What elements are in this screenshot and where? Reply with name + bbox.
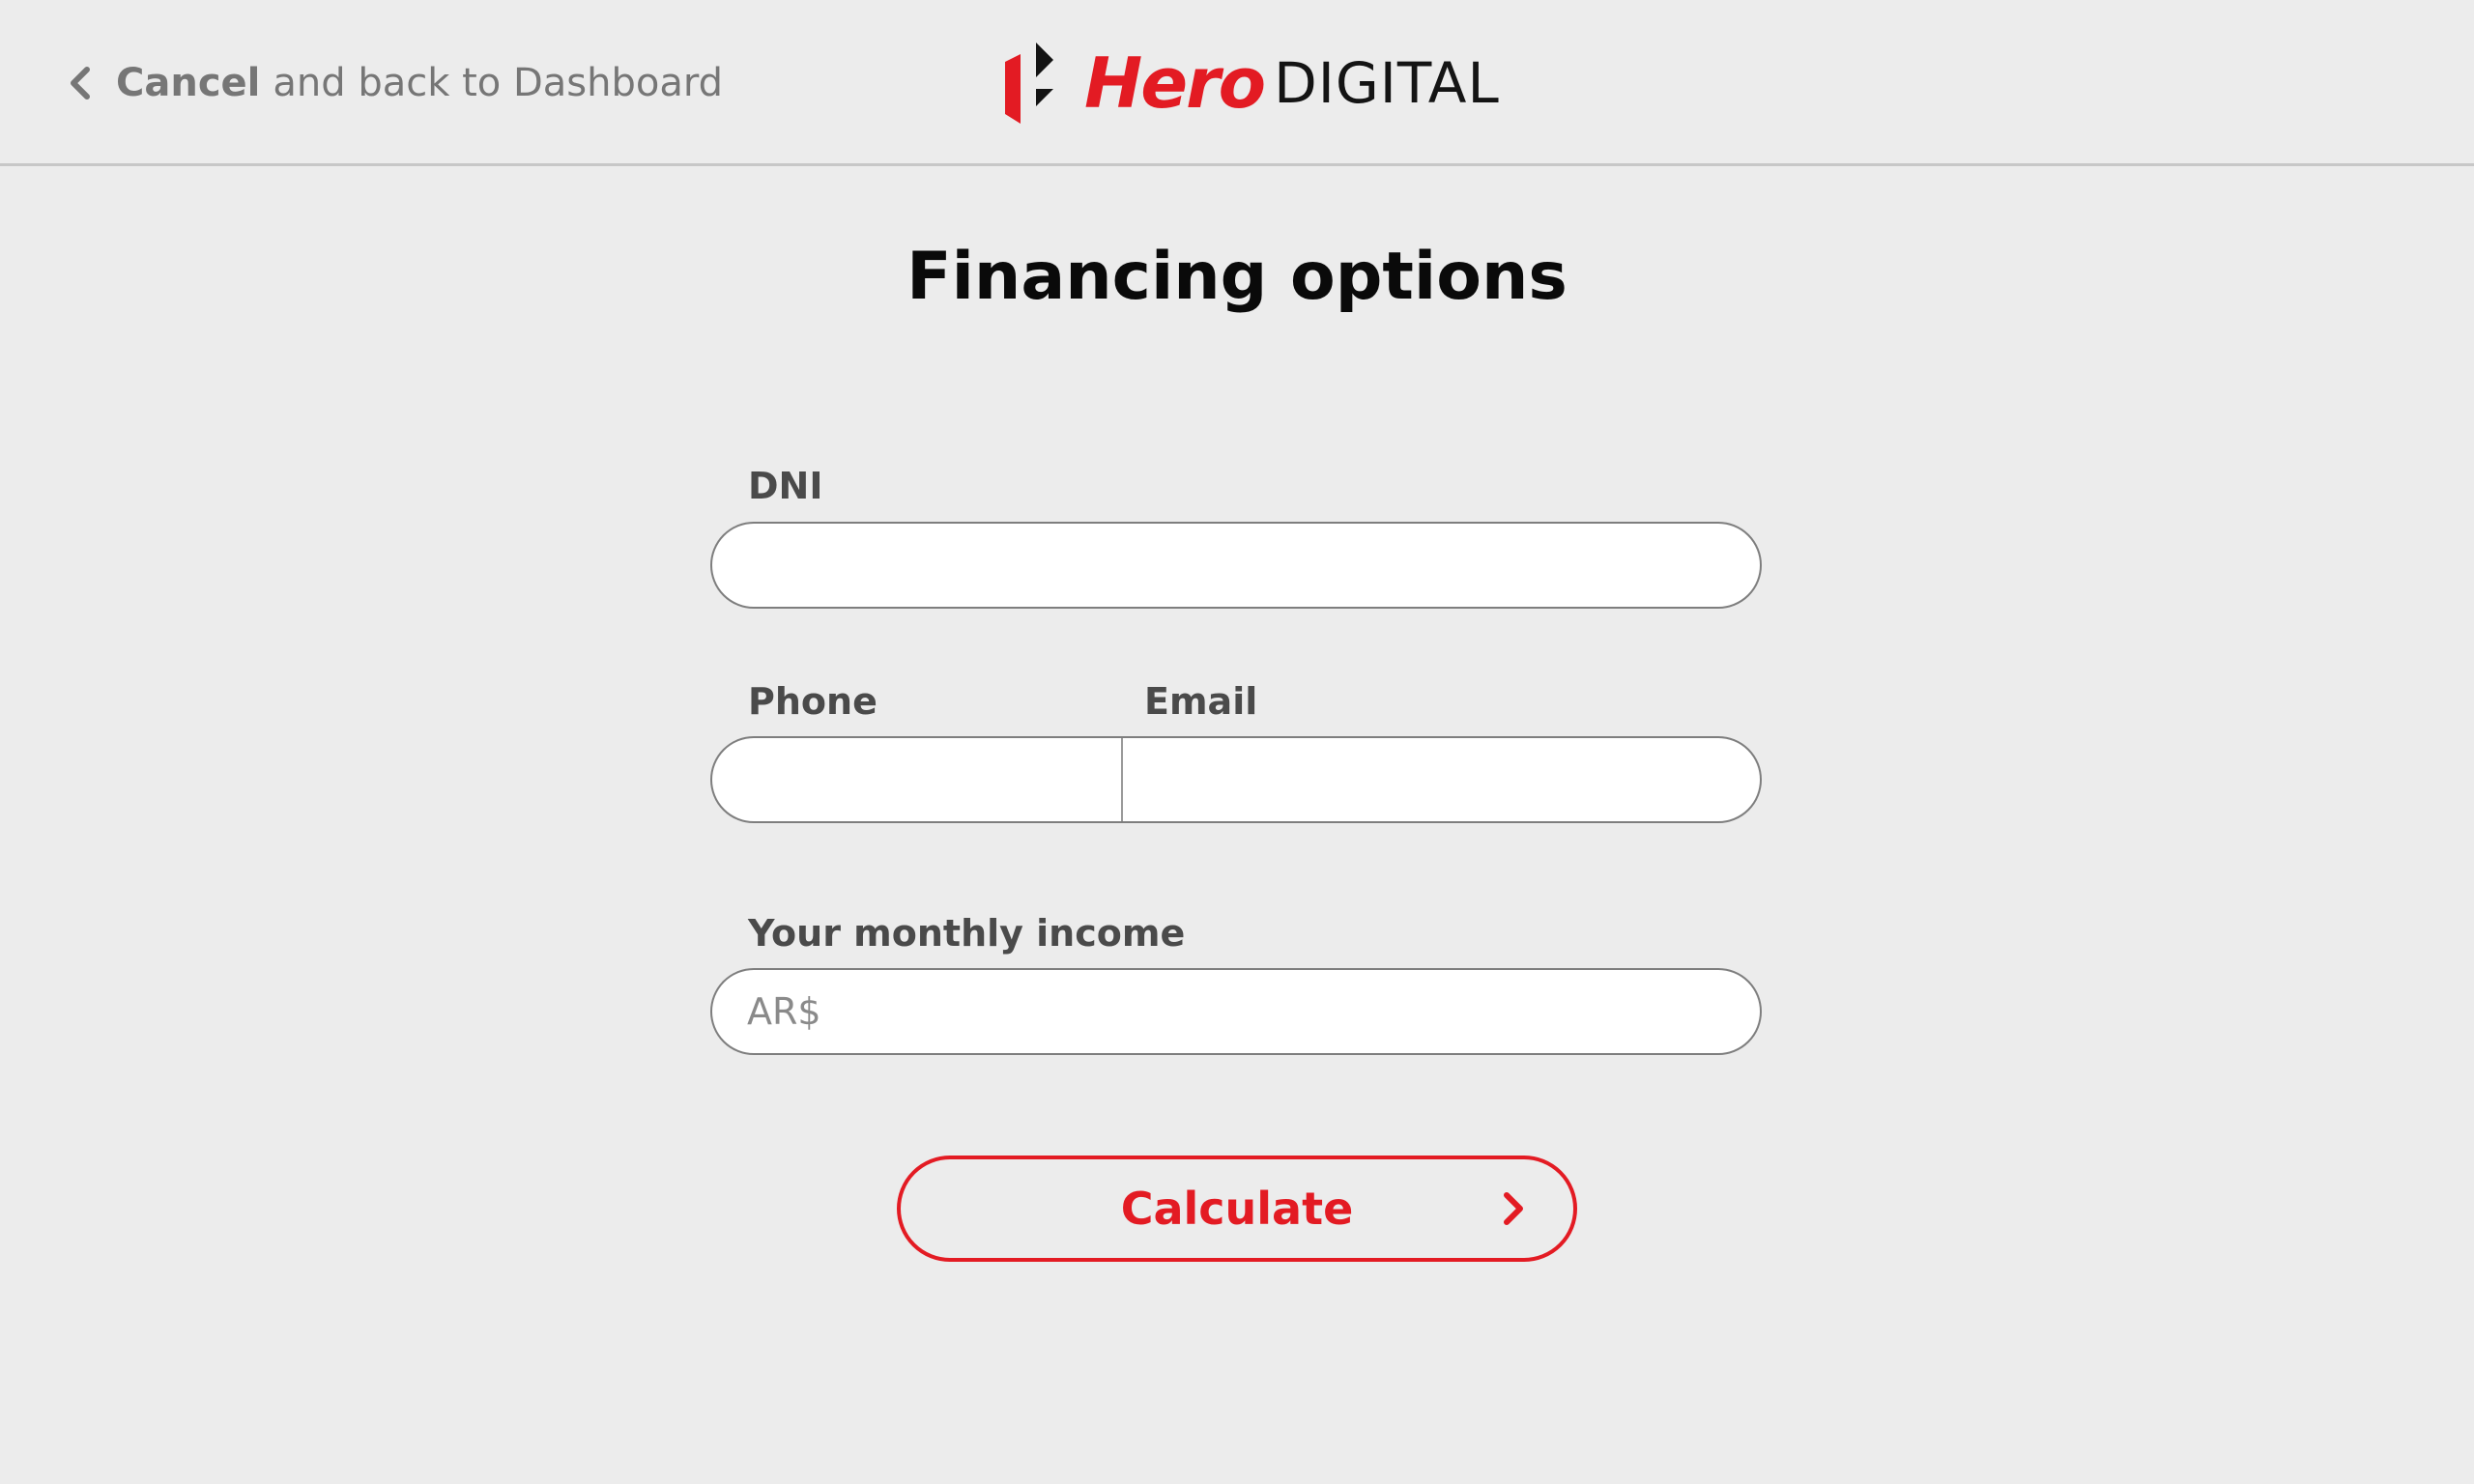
cancel-back-to-dashboard-link[interactable]: Cancel and back to Dashboard: [62, 54, 723, 112]
phone-email-group: [710, 736, 1762, 823]
back-to-dashboard-label: and back to Dashboard: [273, 61, 723, 105]
cancel-label: Cancel: [116, 61, 261, 105]
email-label: Email: [1144, 680, 1258, 723]
monthly-income-input[interactable]: [710, 968, 1762, 1055]
phone-input[interactable]: [712, 738, 1123, 821]
dni-input[interactable]: [710, 522, 1762, 609]
chevron-right-icon: [1504, 1192, 1523, 1225]
logo-brand-word: Hero: [1084, 43, 1266, 124]
calculate-button-label: Calculate: [1120, 1183, 1354, 1235]
phone-label: Phone: [748, 680, 877, 723]
hero-digital-logo: Hero DIGITAL: [1003, 43, 1500, 124]
hero-logo-mark-icon: [1005, 43, 1053, 124]
top-bar: Cancel and back to Dashboard Hero DIGITA…: [0, 0, 2474, 166]
chevron-left-icon: [71, 67, 90, 100]
email-input[interactable]: [1123, 738, 1760, 821]
logo-product-word: DIGITAL: [1274, 50, 1500, 116]
calculate-button[interactable]: Calculate: [897, 1156, 1577, 1262]
dni-label: DNI: [748, 465, 823, 507]
monthly-income-label: Your monthly income: [748, 912, 1186, 955]
page-title: Financing options: [906, 239, 1568, 315]
